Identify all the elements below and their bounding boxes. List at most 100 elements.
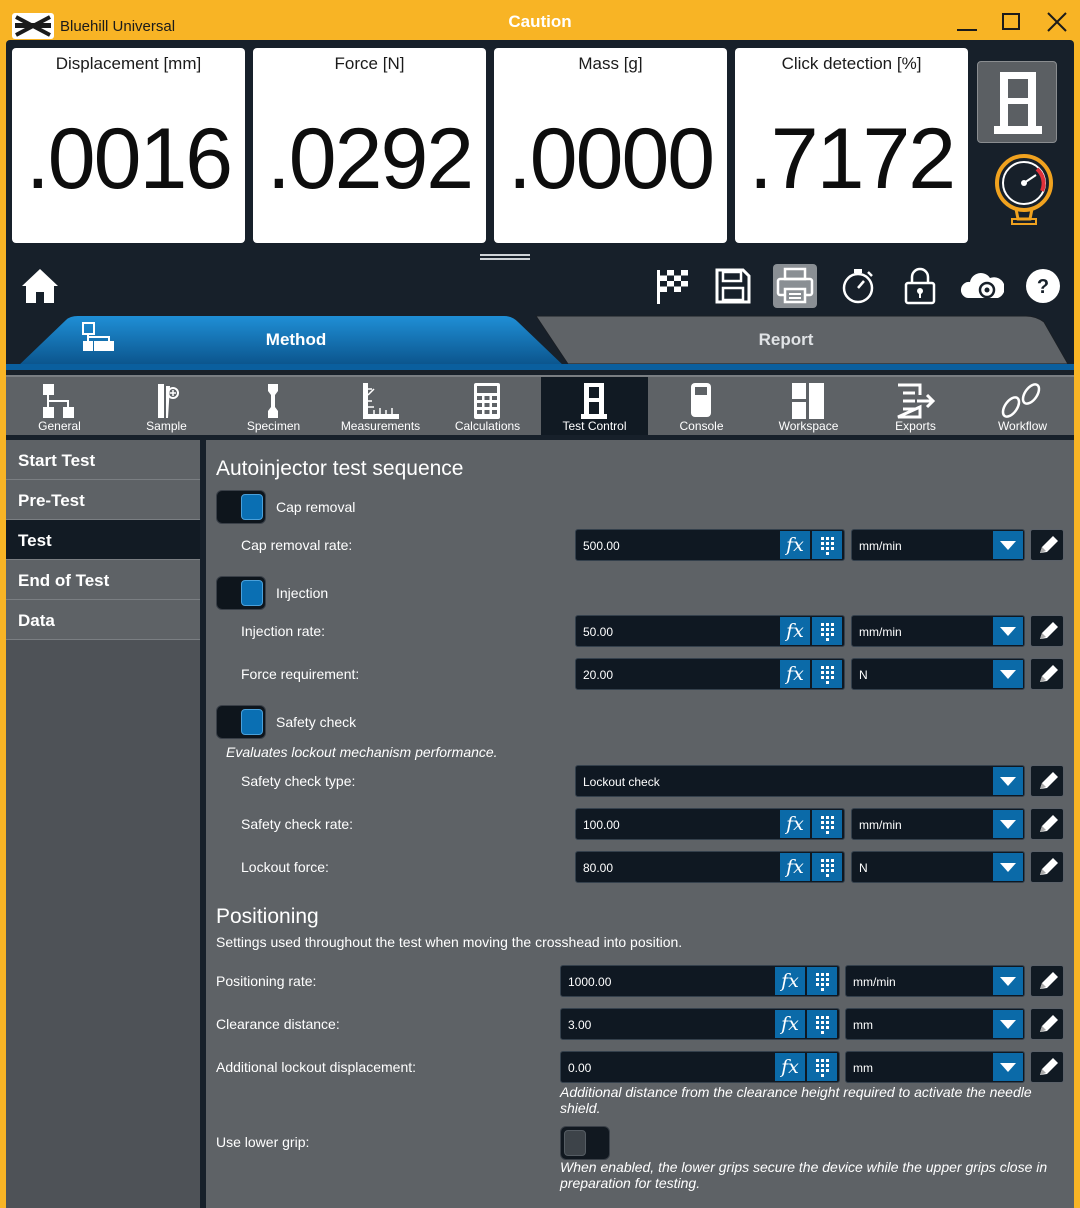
lockout-force-input[interactable]: 80.00 fx xyxy=(575,851,845,883)
chevron-down-icon[interactable] xyxy=(993,1053,1023,1081)
keypad-icon[interactable] xyxy=(812,810,842,838)
lock-icon[interactable] xyxy=(898,264,942,308)
clearance-distance-input[interactable]: 3.00 fx xyxy=(560,1008,840,1040)
keypad-icon[interactable] xyxy=(807,1010,837,1038)
lockout-displacement-input[interactable]: 0.00 fx xyxy=(560,1051,840,1083)
help-icon[interactable]: ? xyxy=(1021,264,1065,308)
chevron-down-icon[interactable] xyxy=(993,967,1023,995)
tab-method[interactable]: Method xyxy=(206,330,386,350)
force-requirement-label: Force requirement: xyxy=(241,666,360,682)
keypad-icon[interactable] xyxy=(807,1053,837,1081)
formula-icon[interactable]: fx xyxy=(780,810,810,838)
sidebar-item-test[interactable]: Test xyxy=(6,520,200,560)
formula-icon[interactable]: fx xyxy=(780,660,810,688)
save-icon[interactable] xyxy=(711,264,755,308)
input-value: 3.00 xyxy=(568,1018,592,1032)
chevron-down-icon[interactable] xyxy=(993,767,1023,795)
lockout-force-unit-select[interactable]: N xyxy=(851,851,1025,883)
chevron-down-icon[interactable] xyxy=(993,617,1023,645)
force-requirement-unit-select[interactable]: N xyxy=(851,658,1025,690)
chevron-down-icon[interactable] xyxy=(993,1010,1023,1038)
cloud-connection-icon[interactable] xyxy=(960,264,1005,308)
pencil-icon[interactable] xyxy=(1030,529,1064,561)
subtab-measurements[interactable]: Measurements xyxy=(327,377,434,435)
subtab-general[interactable]: General xyxy=(6,377,113,435)
readout-click-detection[interactable]: Click detection [%] .7172 xyxy=(735,48,968,243)
positioning-rate-input[interactable]: 1000.00 fx xyxy=(560,965,840,997)
pencil-icon[interactable] xyxy=(1030,658,1064,690)
minimize-icon[interactable] xyxy=(953,10,981,36)
timer-icon[interactable] xyxy=(836,264,880,308)
pencil-icon[interactable] xyxy=(1030,851,1064,883)
safety-check-rate-input[interactable]: 100.00 fx xyxy=(575,808,845,840)
pencil-icon[interactable] xyxy=(1030,808,1064,840)
keypad-icon[interactable] xyxy=(812,617,842,645)
chevron-down-icon[interactable] xyxy=(993,810,1023,838)
formula-icon[interactable]: fx xyxy=(780,531,810,559)
readout-force[interactable]: Force [N] .0292 xyxy=(253,48,486,243)
safety-check-rate-unit-select[interactable]: mm/min xyxy=(851,808,1025,840)
use-lower-grip-toggle[interactable] xyxy=(560,1126,610,1160)
test-frame-icon[interactable] xyxy=(977,61,1057,143)
clearance-distance-unit-select[interactable]: mm xyxy=(845,1008,1025,1040)
lockout-displacement-unit-select[interactable]: mm xyxy=(845,1051,1025,1083)
pencil-icon[interactable] xyxy=(1030,615,1064,647)
sidebar-item-pre-test[interactable]: Pre-Test xyxy=(6,480,200,520)
pencil-icon[interactable] xyxy=(1030,965,1064,997)
chevron-down-icon[interactable] xyxy=(993,660,1023,688)
sidebar-item-end-of-test[interactable]: End of Test xyxy=(6,560,200,600)
pencil-icon[interactable] xyxy=(1030,1008,1064,1040)
unit-value: N xyxy=(859,668,868,682)
subtab-test-control[interactable]: Test Control xyxy=(541,377,648,435)
injection-rate-input[interactable]: 50.00 fx xyxy=(575,615,845,647)
formula-icon[interactable]: fx xyxy=(775,967,805,995)
keypad-icon[interactable] xyxy=(812,660,842,688)
toggle-knob xyxy=(241,580,263,606)
subtab-sample[interactable]: Sample xyxy=(113,377,220,435)
injection-toggle[interactable] xyxy=(216,576,266,610)
subtab-console[interactable]: Console xyxy=(648,377,755,435)
force-requirement-input[interactable]: 20.00 fx xyxy=(575,658,845,690)
calculator-icon xyxy=(474,383,500,419)
formula-icon[interactable]: fx xyxy=(780,617,810,645)
cap-removal-toggle[interactable] xyxy=(216,490,266,524)
sidebar-item-start-test[interactable]: Start Test xyxy=(6,440,200,480)
close-icon[interactable] xyxy=(1043,10,1071,36)
subtab-workspace[interactable]: Workspace xyxy=(755,377,862,435)
pencil-icon[interactable] xyxy=(1030,1051,1064,1083)
subtab-specimen[interactable]: Specimen xyxy=(220,377,327,435)
subtab-workflow[interactable]: Workflow xyxy=(969,377,1076,435)
cap-removal-rate-input[interactable]: 500.00 fx xyxy=(575,529,845,561)
readout-mass[interactable]: Mass [g] .0000 xyxy=(494,48,727,243)
readout-resize-handle[interactable] xyxy=(480,254,530,260)
pencil-icon[interactable] xyxy=(1030,765,1064,797)
injection-rate-unit-select[interactable]: mm/min xyxy=(851,615,1025,647)
subtab-exports[interactable]: Exports xyxy=(862,377,969,435)
gauge-icon[interactable] xyxy=(992,153,1056,227)
readout-displacement[interactable]: Displacement [mm] .0016 xyxy=(12,48,245,243)
formula-icon[interactable]: fx xyxy=(775,1010,805,1038)
print-icon[interactable] xyxy=(773,264,817,308)
keypad-icon[interactable] xyxy=(812,531,842,559)
sidebar-item-data[interactable]: Data xyxy=(6,600,200,640)
safety-check-type-select[interactable]: Lockout check xyxy=(575,765,1025,797)
subtab-label: Console xyxy=(679,419,724,433)
console-icon xyxy=(691,383,711,417)
home-icon[interactable] xyxy=(18,264,62,308)
safety-check-toggle[interactable] xyxy=(216,705,266,739)
tab-report[interactable]: Report xyxy=(696,330,876,350)
maximize-icon[interactable] xyxy=(998,10,1026,36)
finish-flag-icon[interactable] xyxy=(649,264,693,308)
keypad-icon[interactable] xyxy=(812,853,842,881)
positioning-rate-unit-select[interactable]: mm/min xyxy=(845,965,1025,997)
readout-value: .0000 xyxy=(507,111,715,207)
chevron-down-icon[interactable] xyxy=(993,853,1023,881)
formula-icon[interactable]: fx xyxy=(775,1053,805,1081)
sidebar: Start Test Pre-Test Test End of Test Dat… xyxy=(6,440,200,1208)
subtab-calculations[interactable]: Calculations xyxy=(434,377,541,435)
keypad-icon[interactable] xyxy=(807,967,837,995)
chevron-down-icon[interactable] xyxy=(993,531,1023,559)
cap-removal-rate-unit-select[interactable]: mm/min xyxy=(851,529,1025,561)
input-value: 500.00 xyxy=(583,539,620,553)
formula-icon[interactable]: fx xyxy=(780,853,810,881)
